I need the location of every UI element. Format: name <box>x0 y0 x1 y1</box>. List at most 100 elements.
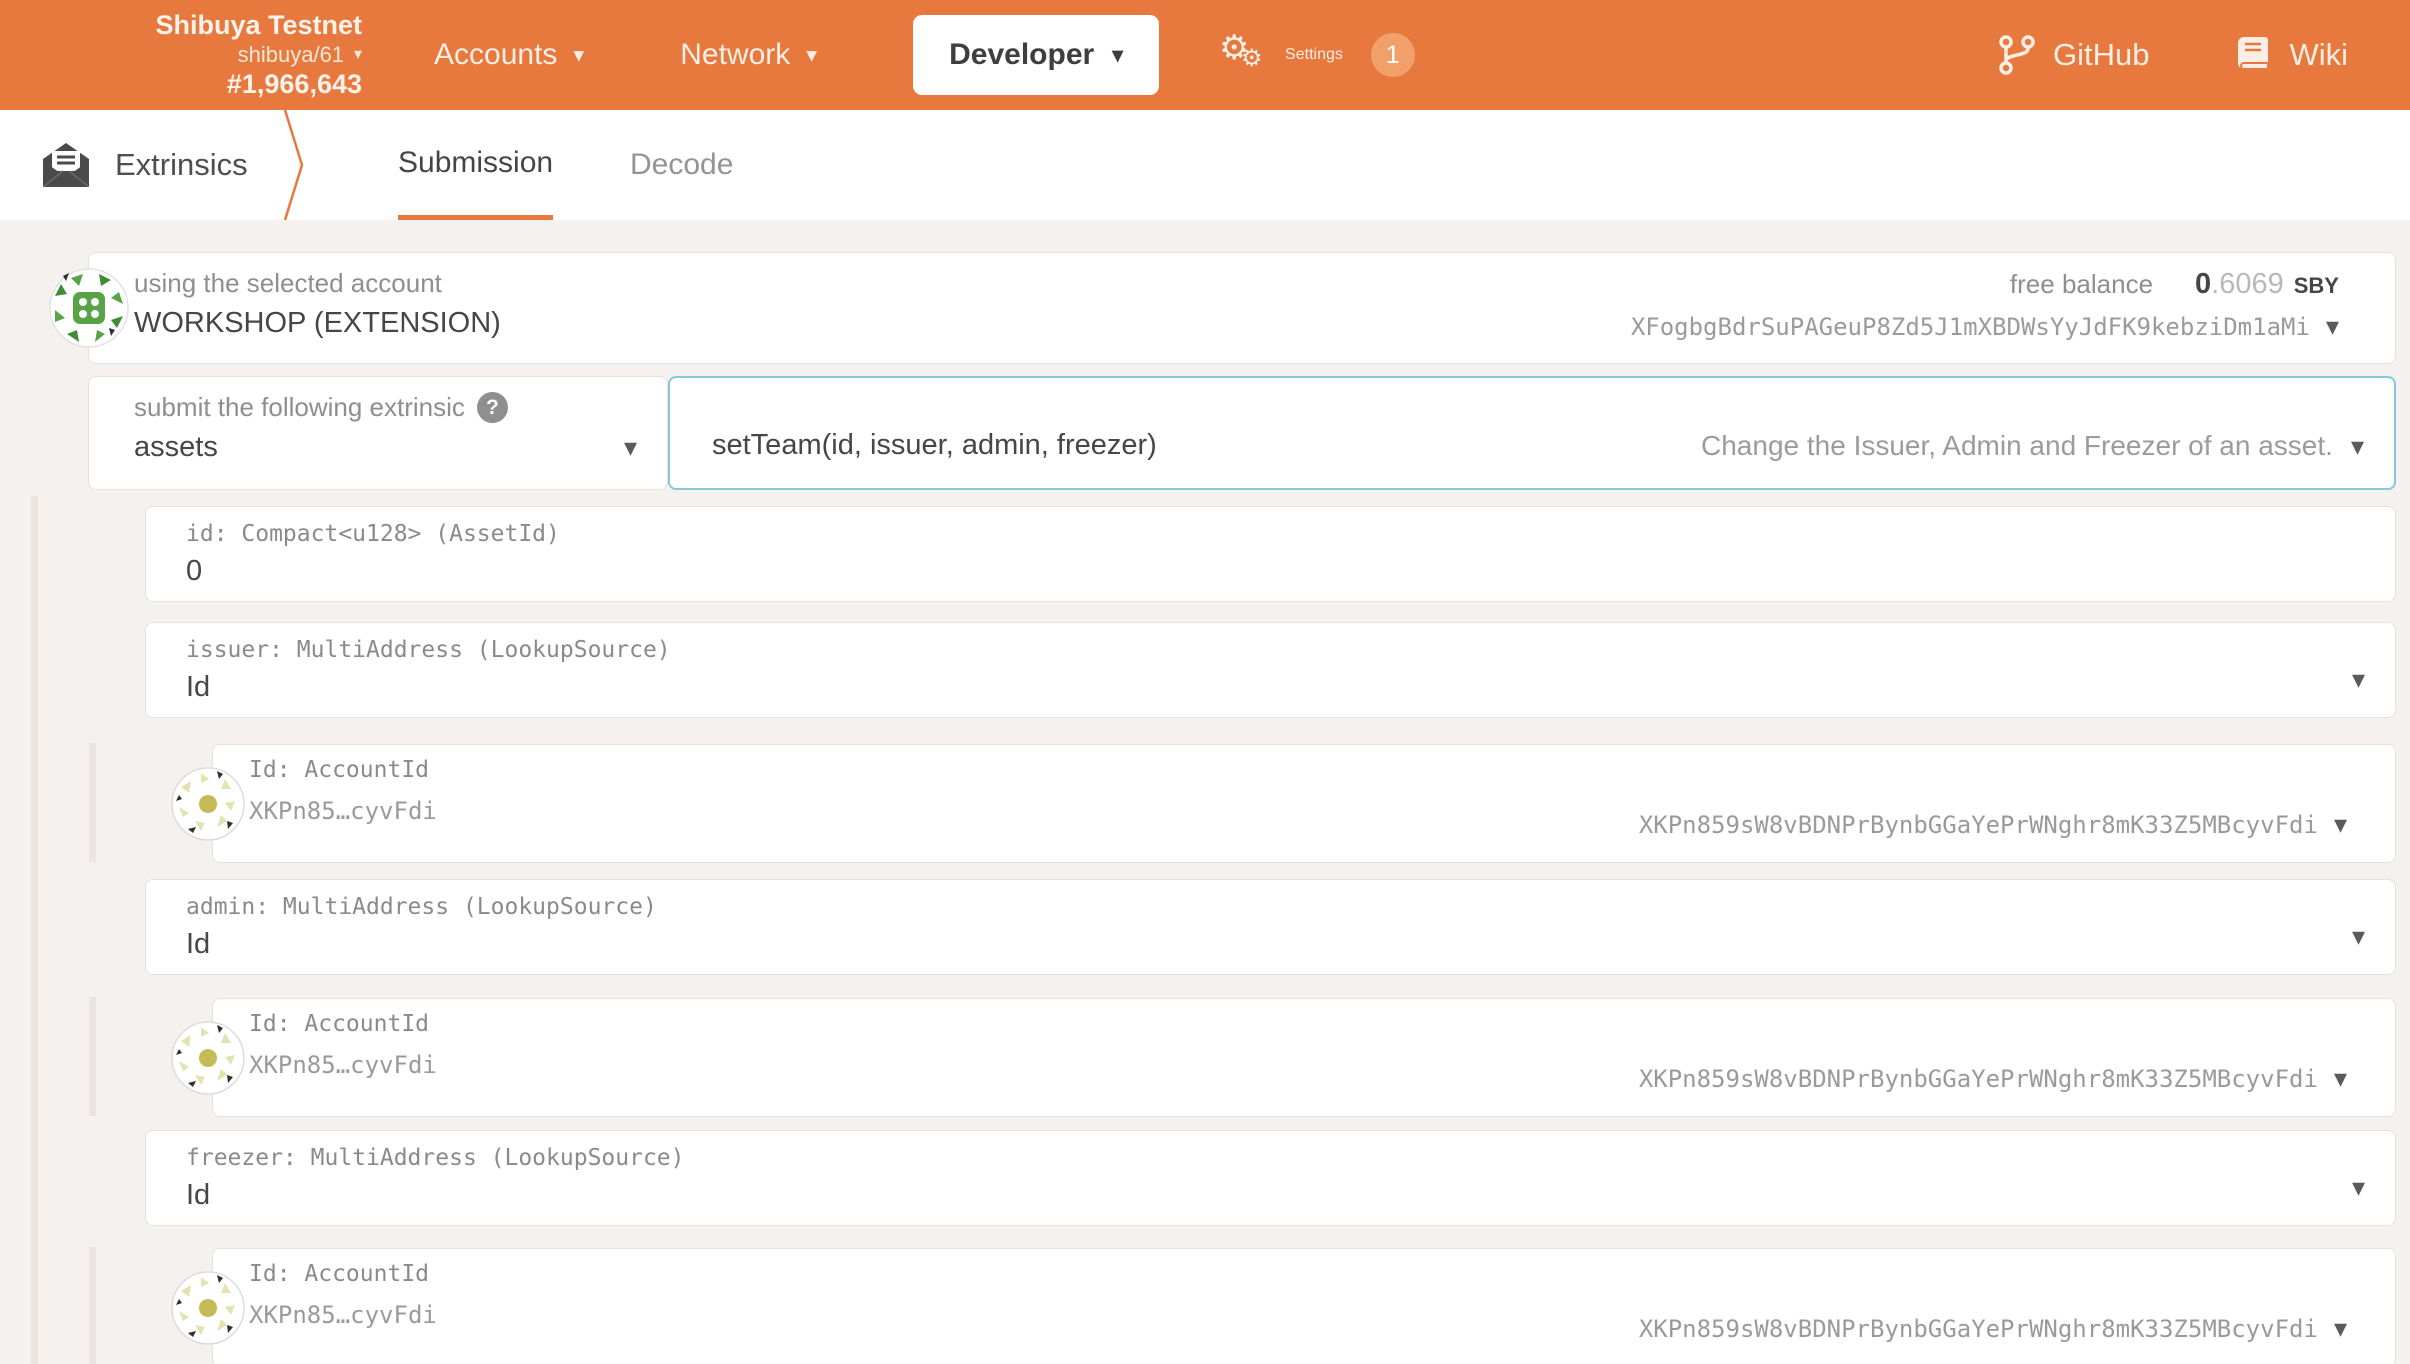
acct-short-address: XKPn85…cyvFdi <box>249 797 437 825</box>
wiki-label: Wiki <box>2289 37 2348 72</box>
method-value: setTeam(id, issuer, admin, freezer) <box>712 429 1157 461</box>
acct-left: Id: AccountId XKPn85…cyvFdi <box>249 1261 437 1364</box>
chevron-down-icon: ▾ <box>1112 42 1124 68</box>
method-select[interactable]: setTeam(id, issuer, admin, freezer) Chan… <box>668 376 2396 490</box>
acct-left: Id: AccountId XKPn85…cyvFdi <box>249 1011 437 1116</box>
param-issuer-label: issuer: MultiAddress (LookupSource) <box>186 637 671 663</box>
chevron-down-icon: ▾ <box>623 432 637 462</box>
book-icon <box>2238 37 2270 70</box>
chevron-down-icon: ▾ <box>2333 1063 2347 1093</box>
header-links: GitHub Wiki <box>1999 0 2348 110</box>
chain-selector[interactable]: Shibuya Testnet shibuya/61 ▾ #1,966,643 <box>0 0 362 110</box>
param-issuer-value: Id <box>186 671 211 703</box>
nav-settings[interactable]: ⚙ ⚙ Settings 1 <box>1219 29 1415 78</box>
mail-open-icon <box>43 143 89 187</box>
account-identicon <box>49 268 129 348</box>
pallet-select[interactable]: submit the following extrinsic ? assets … <box>88 376 668 490</box>
chevron-down-icon: ▾ <box>2333 1313 2347 1343</box>
account-name: WORKSHOP (EXTENSION) <box>134 307 501 339</box>
nav-accounts[interactable]: Accounts ▾ <box>434 38 584 72</box>
nav-developer-label: Developer <box>949 38 1095 71</box>
tab-bar: Extrinsics Submission Decode <box>0 110 2410 220</box>
account-left: using the selected account WORKSHOP (EXT… <box>134 268 501 363</box>
app-title: Extrinsics <box>43 110 248 220</box>
param-admin-label: admin: MultiAddress (LookupSource) <box>186 894 657 920</box>
chain-name: Shibuya Testnet <box>155 9 362 40</box>
nav-network-label: Network <box>680 38 791 71</box>
param-id-value: 0 <box>186 555 203 587</box>
help-icon[interactable]: ? <box>476 392 508 423</box>
chevron-down-icon: ▾ <box>2351 1172 2365 1202</box>
chevron-down-icon: ▾ <box>354 46 362 64</box>
account-row-label: using the selected account <box>134 268 442 298</box>
pallet-value: assets <box>134 431 218 463</box>
section-chevron-icon <box>283 110 304 220</box>
acct-type-label: Id: AccountId <box>249 1261 430 1287</box>
acct-short-address: XKPn85…cyvFdi <box>249 1301 437 1329</box>
top-header: Shibuya Testnet shibuya/61 ▾ #1,966,643 … <box>0 0 2410 110</box>
method-description: Change the Issuer, Admin and Freezer of … <box>1701 430 2333 461</box>
param-admin-value: Id <box>186 928 211 960</box>
free-balance-label: free balance <box>2009 269 2154 299</box>
tab-decode-label: Decode <box>630 148 734 181</box>
chevron-down-icon: ▾ <box>2333 809 2347 839</box>
chevron-down-icon: ▾ <box>573 42 585 68</box>
nav-network[interactable]: Network ▾ <box>680 38 817 72</box>
tab-submission[interactable]: Submission <box>398 110 554 220</box>
extrinsic-select-row: submit the following extrinsic ? assets … <box>88 376 2396 490</box>
chevron-down-icon: ▾ <box>2351 921 2365 951</box>
github-label: GitHub <box>2052 37 2150 72</box>
account-select-row[interactable]: using the selected account WORKSHOP (EXT… <box>49 252 2396 364</box>
acct-left: Id: AccountId XKPn85…cyvFdi <box>249 757 437 862</box>
acct-address-dropdown[interactable]: XKPn859sW8vBDNPrBynbGGaYePrWNghr8mK33Z5M… <box>1639 1063 2347 1094</box>
code-branch-icon <box>1999 35 2035 75</box>
param-freezer-account[interactable]: Id: AccountId XKPn85…cyvFdi XKPn859sW8vB… <box>171 1248 2396 1364</box>
acct-address-dropdown[interactable]: XKPn859sW8vBDNPrBynbGGaYePrWNghr8mK33Z5M… <box>1639 1313 2347 1344</box>
tab-submission-label: Submission <box>398 145 554 179</box>
account-identicon <box>171 1271 245 1345</box>
chevron-down-icon: ▾ <box>2351 664 2365 694</box>
balance-unit: SBY <box>2293 273 2339 298</box>
balance-whole: 0 <box>2195 268 2212 300</box>
nav-developer[interactable]: Developer ▾ <box>913 15 1160 95</box>
indent-guide <box>31 496 38 1364</box>
extrinsics-content: using the selected account WORKSHOP (EXT… <box>0 220 2410 1364</box>
app-screen: Shibuya Testnet shibuya/61 ▾ #1,966,643 … <box>0 0 2410 1364</box>
acct-type-label: Id: AccountId <box>249 1011 430 1037</box>
balance-fraction: .6069 <box>2211 268 2284 300</box>
nav-settings-label: Settings <box>1285 46 1343 63</box>
settings-badge: 1 <box>1370 33 1415 77</box>
param-id-input[interactable]: id: Compact<u128> (AssetId) 0 <box>145 506 2396 602</box>
param-issuer-select[interactable]: issuer: MultiAddress (LookupSource) Id ▾ <box>145 622 2396 718</box>
acct-full-address: XKPn859sW8vBDNPrBynbGGaYePrWNghr8mK33Z5M… <box>1638 810 2318 839</box>
chevron-down-icon: ▾ <box>2350 430 2364 461</box>
tab-decode[interactable]: Decode <box>630 110 733 220</box>
account-identicon <box>171 767 245 841</box>
param-freezer-value: Id <box>186 1179 211 1211</box>
chain-block-number: #1,966,643 <box>226 69 362 100</box>
param-admin-account[interactable]: Id: AccountId XKPn85…cyvFdi XKPn859sW8vB… <box>171 998 2396 1117</box>
main-nav: Accounts ▾ Network ▾ Developer ▾ ⚙ ⚙ Set… <box>434 0 1415 110</box>
param-issuer-account[interactable]: Id: AccountId XKPn85…cyvFdi XKPn859sW8vB… <box>171 744 2396 863</box>
chevron-down-icon: ▾ <box>806 42 818 68</box>
nav-accounts-label: Accounts <box>434 38 558 71</box>
free-balance: free balance 0 .6069 SBY <box>1631 268 2339 301</box>
indent-guide <box>89 1247 96 1364</box>
account-address-dropdown[interactable]: XFogbgBdrSuPAGeuP8Zd5J1mXBDWsYyJdFK9kebz… <box>1631 311 2339 342</box>
param-admin-select[interactable]: admin: MultiAddress (LookupSource) Id ▾ <box>145 879 2396 975</box>
param-freezer-label: freezer: MultiAddress (LookupSource) <box>186 1145 685 1171</box>
chain-spec: shibuya/61 ▾ <box>238 42 362 69</box>
wiki-link[interactable]: Wiki <box>2235 35 2348 75</box>
acct-full-address: XKPn859sW8vBDNPrBynbGGaYePrWNghr8mK33Z5M… <box>1638 1064 2318 1093</box>
param-freezer-select[interactable]: freezer: MultiAddress (LookupSource) Id … <box>145 1130 2396 1226</box>
gears-icon: ⚙ ⚙ <box>1219 29 1263 72</box>
acct-address-dropdown[interactable]: XKPn859sW8vBDNPrBynbGGaYePrWNghr8mK33Z5M… <box>1639 809 2347 840</box>
github-link[interactable]: GitHub <box>1999 35 2149 75</box>
acct-type-label: Id: AccountId <box>249 757 430 783</box>
acct-short-address: XKPn85…cyvFdi <box>249 1051 437 1079</box>
indent-guide <box>89 997 96 1116</box>
chevron-down-icon: ▾ <box>2325 311 2339 341</box>
extrinsic-label: submit the following extrinsic <box>134 392 465 422</box>
chain-spec-label: shibuya/61 <box>237 41 345 67</box>
acct-full-address: XKPn859sW8vBDNPrBynbGGaYePrWNghr8mK33Z5M… <box>1638 1314 2318 1343</box>
